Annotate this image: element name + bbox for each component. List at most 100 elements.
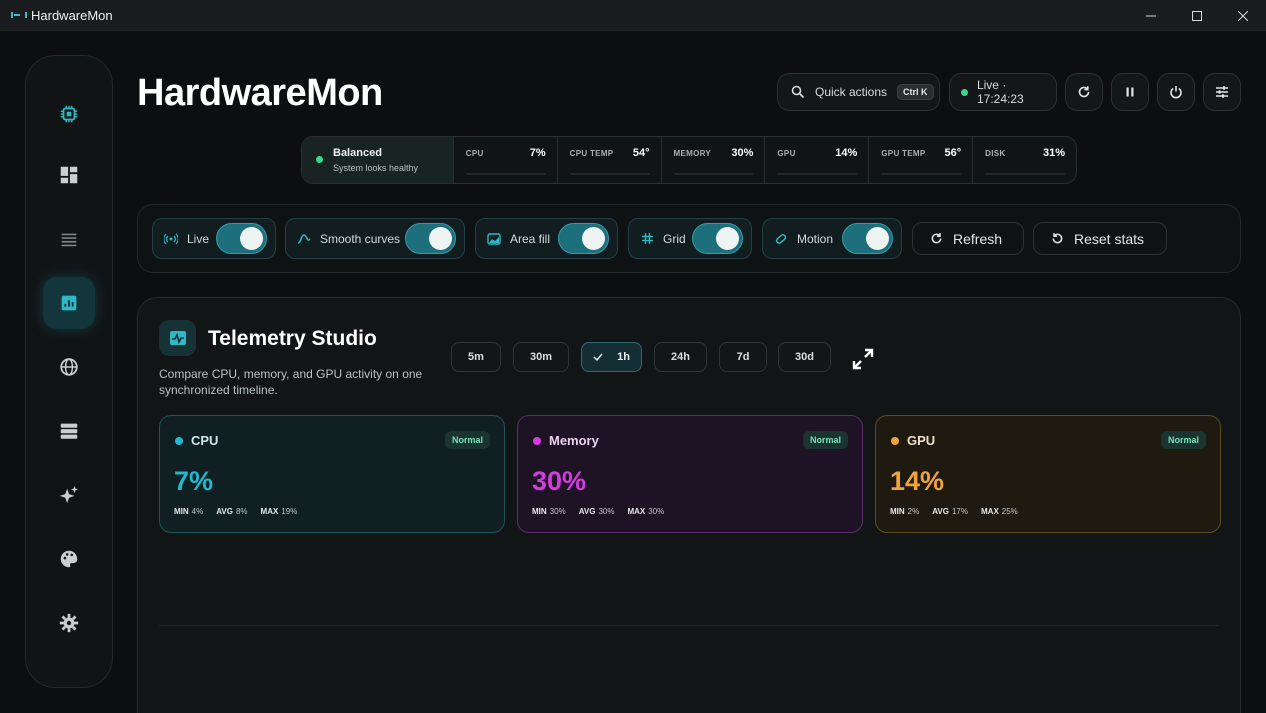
refresh-button[interactable]: [1065, 73, 1103, 111]
range-7d[interactable]: 7d: [719, 342, 767, 372]
grid-icon: [639, 231, 655, 247]
status-strip: Balanced System looks healthy CPU 7% CPU …: [301, 136, 1077, 184]
area-chart-icon: [486, 231, 502, 247]
maximize-button[interactable]: [1174, 0, 1220, 31]
card-title: GPU: [907, 433, 936, 448]
area-fill-switch[interactable]: [558, 223, 609, 254]
quick-actions-label: Quick actions: [815, 85, 888, 99]
maximize-icon: [1192, 10, 1202, 21]
system-health: Balanced System looks healthy: [302, 137, 453, 183]
sidebar-item-hardware[interactable]: [43, 88, 95, 140]
status-badge: Normal: [802, 431, 848, 449]
cpu-card: CPU Normal 7% MIN 4% AVG 8% MAX 19%: [159, 415, 505, 533]
health-title: Balanced: [333, 147, 382, 159]
status-badge: Normal: [444, 431, 490, 449]
refresh-label: Refresh: [953, 230, 1003, 247]
sidebar-item-settings[interactable]: [43, 597, 95, 649]
grid-switch[interactable]: [692, 223, 743, 254]
stat-max: 30%: [648, 507, 665, 516]
switch-knob: [240, 227, 263, 250]
curve-icon: [296, 231, 312, 247]
card-stats: MIN 4% AVG 8% MAX 19%: [174, 507, 310, 516]
metric-memory: MEMORY 30%: [660, 137, 765, 183]
card-stats: MIN 30% AVG 30% MAX 30%: [532, 507, 677, 516]
broadcast-icon: [163, 231, 179, 247]
live-switch[interactable]: [216, 223, 267, 254]
window-title: HardwareMon: [31, 7, 113, 23]
metric-label: GPU TEMP: [881, 149, 926, 158]
stat-label: MIN: [890, 507, 905, 516]
metric-sparkline: [465, 173, 546, 175]
card-value: 7%: [174, 466, 214, 496]
toggle-smooth-curves[interactable]: Smooth curves: [285, 218, 465, 259]
range-24h[interactable]: 24h: [654, 342, 707, 372]
sidebar-item-themes[interactable]: [43, 533, 95, 585]
globe-icon: [60, 358, 78, 376]
card-value: 14%: [890, 466, 945, 496]
close-button[interactable]: [1220, 0, 1266, 31]
range-30d[interactable]: 30d: [778, 342, 831, 372]
quick-actions-button[interactable]: Quick actions Ctrl K: [777, 73, 940, 111]
metric-value: 14%: [835, 147, 858, 159]
metric-gpu: GPU 14%: [764, 137, 868, 183]
gpu-color-dot: [891, 437, 899, 445]
power-icon: [1170, 86, 1182, 99]
refresh-icon: [931, 233, 942, 244]
stat-label: MIN: [532, 507, 547, 516]
motion-switch[interactable]: [842, 223, 893, 254]
metric-value: 56°: [944, 147, 962, 159]
pause-button[interactable]: [1111, 73, 1149, 111]
live-indicator-dot: [961, 88, 968, 96]
adjustments-button[interactable]: [1203, 73, 1241, 111]
metric-sparkline: [569, 173, 650, 175]
sidebar: [25, 55, 113, 688]
range-1h[interactable]: 1h: [581, 342, 642, 372]
page-title: HardwareMon: [137, 72, 383, 114]
close-icon: [1238, 10, 1248, 21]
refresh-action-button[interactable]: Refresh: [912, 222, 1024, 255]
reset-icon: [1052, 233, 1063, 244]
reset-stats-button[interactable]: Reset stats: [1033, 222, 1167, 255]
sidebar-item-dashboard[interactable]: [43, 149, 95, 201]
stat-min: 4%: [191, 507, 204, 516]
toggle-label: Smooth curves: [320, 231, 401, 246]
metric-label: DISK: [985, 149, 1006, 158]
card-stats: MIN 2% AVG 17% MAX 25%: [890, 507, 1031, 516]
stat-label: MAX: [981, 507, 999, 516]
range-5m[interactable]: 5m: [451, 342, 501, 372]
palette-icon: [60, 550, 78, 568]
sidebar-item-telemetry[interactable]: [43, 277, 95, 329]
toggle-motion[interactable]: Motion: [762, 218, 902, 259]
power-button[interactable]: [1157, 73, 1195, 111]
toggle-area-fill[interactable]: Area fill: [475, 218, 618, 259]
sparkles-icon: [59, 485, 79, 504]
pulse-chart-icon: [159, 320, 196, 356]
toggle-live[interactable]: Live: [152, 218, 276, 259]
expand-icon[interactable]: [851, 347, 875, 371]
range-label: 1h: [617, 351, 630, 363]
sidebar-item-ai[interactable]: [43, 469, 95, 521]
toggle-grid[interactable]: Grid: [628, 218, 752, 259]
list-icon: [61, 233, 77, 247]
minimize-button[interactable]: [1128, 0, 1174, 31]
metric-sparkline: [673, 173, 754, 175]
sidebar-item-list[interactable]: [43, 213, 95, 265]
main-area: HardwareMon Quick actions Ctrl K Live · …: [0, 32, 1266, 713]
cpu-color-dot: [175, 437, 183, 445]
stat-avg: 17%: [951, 507, 968, 516]
metric-value: 31%: [1043, 147, 1066, 159]
live-status-text: Live · 17:24:23: [976, 78, 1024, 106]
sidebar-item-network[interactable]: [43, 341, 95, 393]
sliders-icon: [1216, 86, 1228, 98]
metric-cpu-temp: CPU TEMP 54°: [556, 137, 661, 183]
chart-divider: [159, 625, 1219, 626]
chart-icon: [61, 295, 77, 311]
stat-label: MAX: [627, 507, 646, 516]
metric-gpu-temp: GPU TEMP 56°: [868, 137, 972, 183]
sidebar-item-storage[interactable]: [43, 405, 95, 457]
studio-title: Telemetry Studio: [208, 327, 377, 350]
smooth-curves-switch[interactable]: [405, 223, 456, 254]
metric-sparkline: [777, 173, 858, 175]
card-value: 30%: [532, 466, 587, 496]
range-30m[interactable]: 30m: [513, 342, 569, 372]
